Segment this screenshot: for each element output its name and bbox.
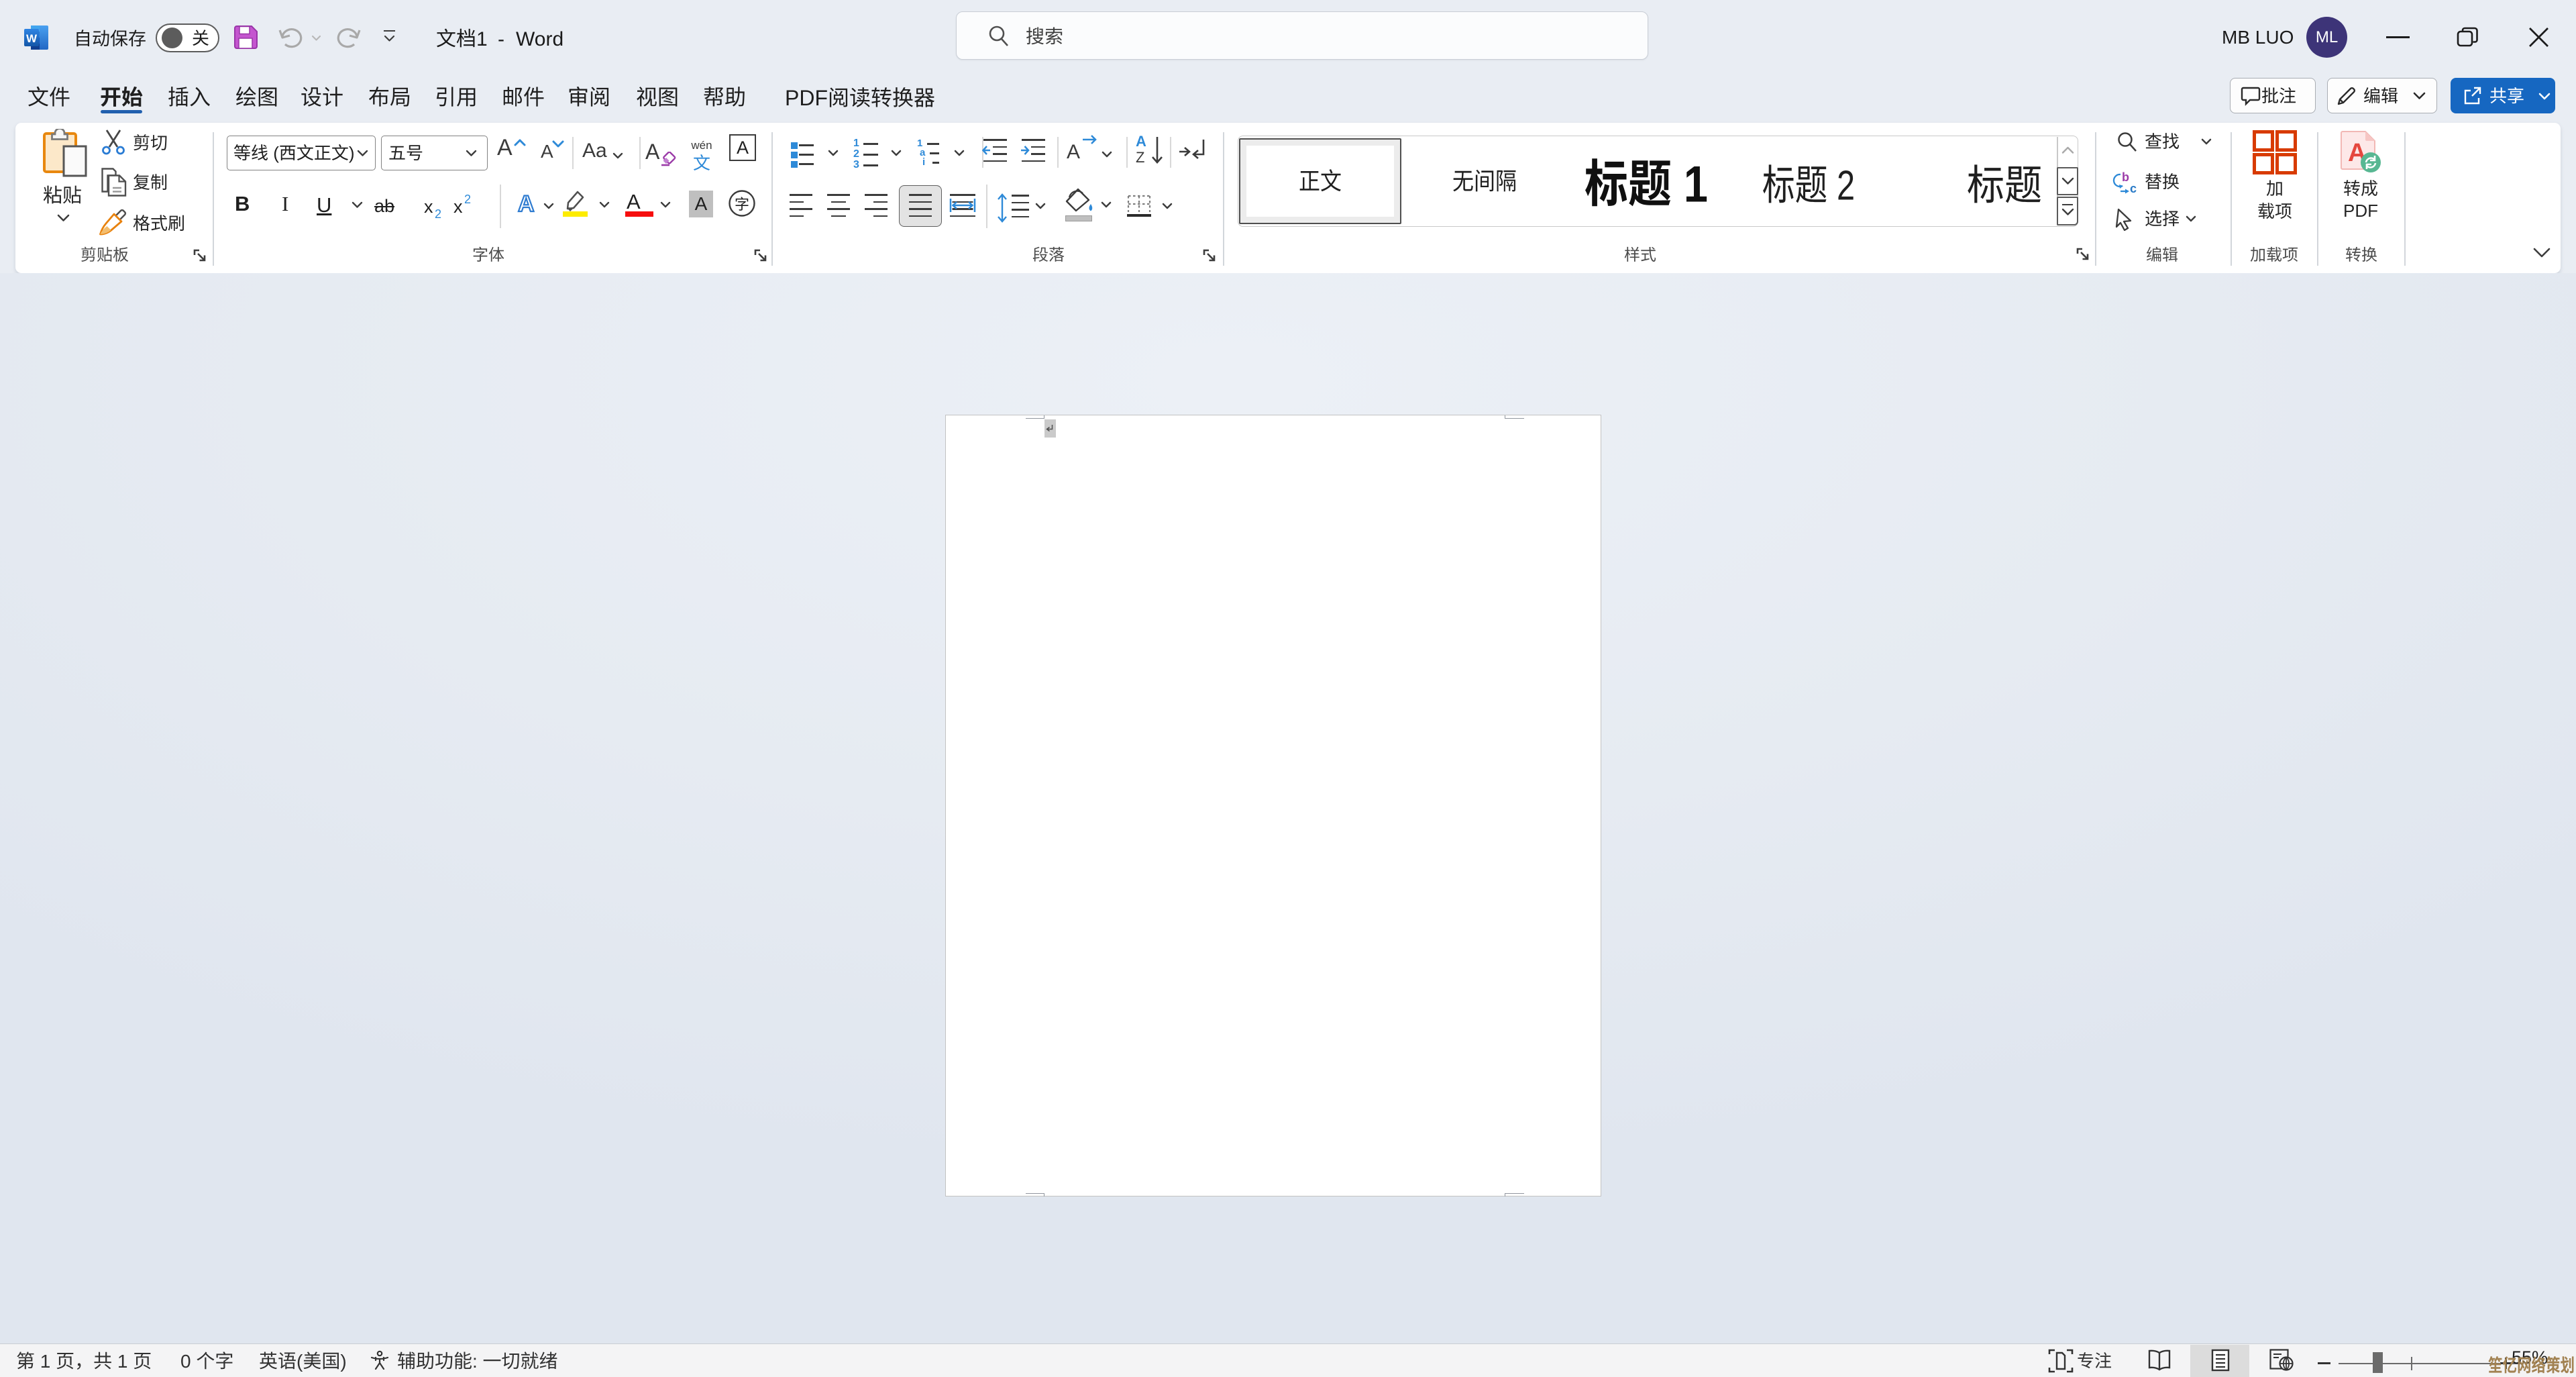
svg-text:字: 字 [735,193,749,214]
svg-text:W: W [26,32,38,45]
svg-text:c: c [2130,182,2137,195]
svg-text:b: b [2122,170,2129,184]
